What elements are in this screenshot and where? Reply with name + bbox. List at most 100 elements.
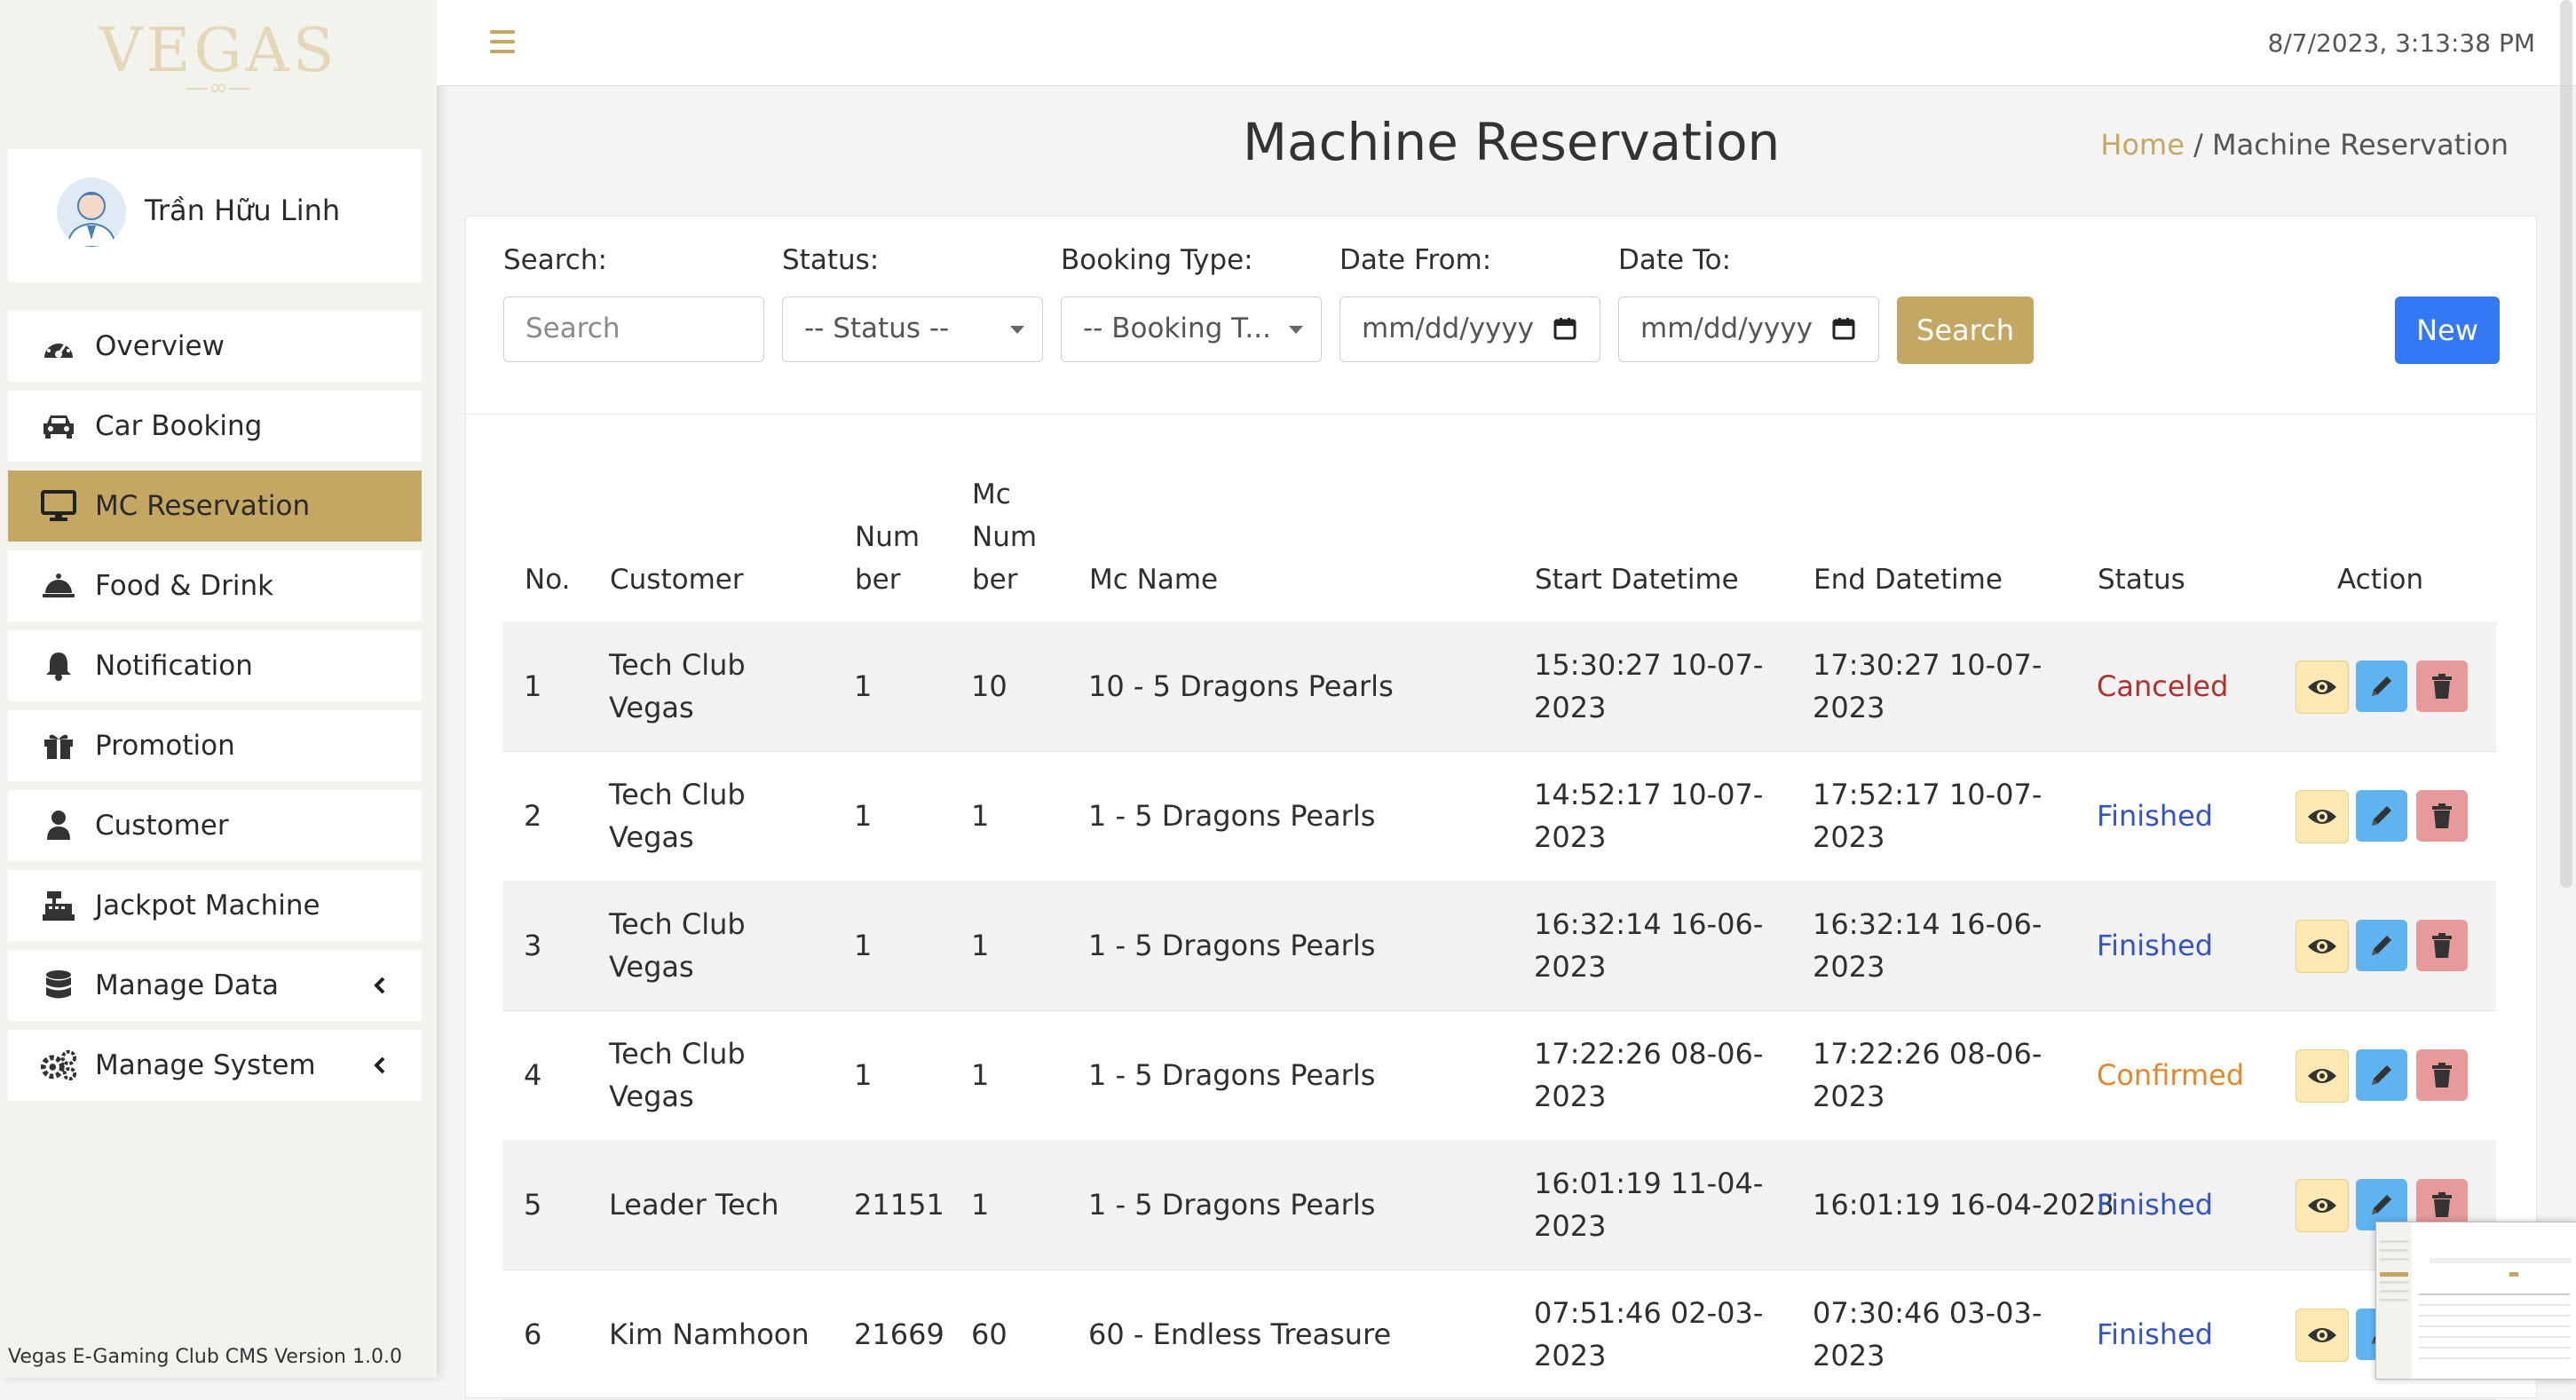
sidebar-item-label: MC Reservation bbox=[95, 490, 311, 522]
screenshot-thumbnail[interactable] bbox=[2375, 1222, 2576, 1380]
user-icon bbox=[40, 808, 77, 843]
date-to-value: mm/dd/yyyy bbox=[1640, 312, 1813, 344]
sidebar-item-overview[interactable]: Overview bbox=[8, 311, 422, 382]
edit-button[interactable] bbox=[2356, 790, 2407, 842]
calendar-icon[interactable] bbox=[1553, 317, 1576, 340]
status-select[interactable]: -- Status -- bbox=[782, 297, 1043, 362]
cell-end-datetime: 17:22:26 08-06- 2023 bbox=[1813, 1032, 2042, 1118]
cell-mc-name: 60 - Endless Treasure bbox=[1088, 1313, 1391, 1356]
cell-mc-name: 1 - 5 Dragons Pearls bbox=[1088, 1054, 1375, 1096]
sidebar-item-food-drink[interactable]: Food & Drink bbox=[8, 550, 422, 621]
trash-icon bbox=[2432, 1063, 2452, 1088]
breadcrumb: Home / Machine Reservation bbox=[2100, 128, 2509, 162]
cell-customer-line: Tech Club bbox=[609, 648, 746, 682]
edit-button[interactable] bbox=[2356, 1049, 2407, 1101]
dropdown-caret-icon bbox=[1289, 326, 1303, 334]
view-button[interactable] bbox=[2295, 1179, 2349, 1232]
view-button[interactable] bbox=[2295, 1049, 2349, 1103]
cell-customer: Leader Tech bbox=[609, 1183, 779, 1226]
cell-number-line: 1 bbox=[854, 799, 873, 833]
search-label: Search: bbox=[503, 244, 607, 276]
sidebar-item-mc-reservation[interactable]: MC Reservation bbox=[8, 471, 422, 542]
trash-icon bbox=[2432, 674, 2452, 699]
breadcrumb-home-link[interactable]: Home bbox=[2100, 128, 2185, 162]
search-button[interactable]: Search bbox=[1897, 297, 2034, 364]
sidebar-item-manage-system[interactable]: Manage System bbox=[8, 1030, 422, 1101]
cell-mc-number: 10 bbox=[971, 665, 1007, 708]
cell-end-datetime-line: 2023 bbox=[1813, 1080, 1885, 1113]
cell-no-line: 3 bbox=[524, 929, 542, 962]
view-button[interactable] bbox=[2295, 790, 2349, 843]
delete-button[interactable] bbox=[2416, 660, 2468, 712]
search-input[interactable]: Search bbox=[503, 297, 764, 362]
cell-number: 1 bbox=[854, 665, 872, 708]
cell-start-datetime-line: 16:01:19 11-04- bbox=[1534, 1167, 1764, 1200]
edit-button[interactable] bbox=[2356, 660, 2407, 712]
sidebar-item-label: Customer bbox=[95, 810, 229, 842]
booking-type-select[interactable]: -- Booking T... bbox=[1061, 297, 1322, 362]
cell-number: 1 bbox=[854, 924, 872, 967]
cell-mc-number-line: 1 bbox=[971, 1058, 990, 1092]
user-card[interactable]: Trần Hữu Linh bbox=[8, 149, 422, 282]
cell-no-line: 6 bbox=[524, 1317, 542, 1351]
cell-start-datetime: 16:01:19 11-04- 2023 bbox=[1534, 1162, 1763, 1247]
column-header-action: Action bbox=[2337, 564, 2424, 596]
date-to-label: Date To: bbox=[1618, 244, 1732, 276]
sidebar-item-customer[interactable]: Customer bbox=[8, 790, 422, 861]
column-header-mc-number-line: Mc bbox=[972, 479, 1011, 510]
sidebar-item-notification[interactable]: Notification bbox=[8, 630, 422, 701]
cell-customer: Tech Club Vegas bbox=[609, 1032, 746, 1118]
trash-icon bbox=[2432, 1192, 2452, 1217]
sidebar-item-promotion[interactable]: Promotion bbox=[8, 710, 422, 781]
cell-number-line: 1 bbox=[854, 1058, 873, 1092]
cell-end-datetime-line: 16:32:14 16-06- bbox=[1813, 907, 2043, 941]
delete-button[interactable] bbox=[2416, 920, 2468, 971]
calendar-icon[interactable] bbox=[1832, 317, 1855, 340]
cell-start-datetime-line: 14:52:17 10-07- bbox=[1534, 778, 1764, 811]
status-label: Status: bbox=[782, 244, 880, 276]
cell-number-line: 1 bbox=[854, 669, 873, 703]
view-button[interactable] bbox=[2295, 660, 2349, 714]
cell-status: Confirmed bbox=[2097, 1054, 2244, 1096]
sidebar-item-jackpot-machine[interactable]: Jackpot Machine bbox=[8, 870, 422, 941]
cell-end-datetime-line: 2023 bbox=[1813, 950, 1885, 984]
cell-mc-name: 1 - 5 Dragons Pearls bbox=[1088, 924, 1375, 967]
sidebar-item-label: Jackpot Machine bbox=[95, 890, 320, 921]
date-from-input[interactable]: mm/dd/yyyy bbox=[1339, 297, 1600, 362]
cell-number: 21669 bbox=[854, 1313, 944, 1356]
sidebar-item-car-booking[interactable]: Car Booking bbox=[8, 391, 422, 462]
pencil-icon bbox=[2372, 806, 2391, 826]
view-button[interactable] bbox=[2295, 1309, 2349, 1362]
cell-end-datetime-line: 2023 bbox=[1813, 1339, 1885, 1372]
edit-button[interactable] bbox=[2356, 920, 2407, 971]
new-button[interactable]: New bbox=[2395, 297, 2500, 364]
cell-start-datetime: 07:51:46 02-03- 2023 bbox=[1534, 1292, 1763, 1377]
sidebar-item-label: Manage Data bbox=[95, 969, 280, 1001]
page-title: Machine Reservation bbox=[1243, 112, 1781, 172]
cell-mc-number: 1 bbox=[971, 1054, 989, 1096]
menu-toggle-icon[interactable] bbox=[490, 30, 515, 53]
booking-type-select-value: -- Booking T... bbox=[1083, 312, 1271, 344]
cell-customer-line: Vegas bbox=[609, 1080, 694, 1113]
scrollbar[interactable] bbox=[2560, 0, 2572, 888]
cell-number-line: 21151 bbox=[854, 1188, 944, 1222]
chevron-left-icon bbox=[365, 1049, 395, 1081]
view-button[interactable] bbox=[2295, 920, 2349, 973]
delete-button[interactable] bbox=[2416, 790, 2468, 842]
booking-type-label: Booking Type: bbox=[1061, 244, 1253, 276]
cell-customer-line: Vegas bbox=[609, 950, 694, 984]
cell-mc-number: 60 bbox=[971, 1313, 1007, 1356]
date-to-input[interactable]: mm/dd/yyyy bbox=[1618, 297, 1879, 362]
table-row: 6 Kim Namhoon 21669 60 60 - Endless Treasure… bbox=[502, 1269, 2496, 1400]
cell-customer: Tech Club Vegas bbox=[609, 903, 746, 988]
sidebar-item-label: Notification bbox=[95, 650, 253, 682]
cell-status: Finished bbox=[2097, 1183, 2213, 1226]
pencil-icon bbox=[2372, 1065, 2391, 1085]
cell-customer-line: Tech Club bbox=[609, 1037, 746, 1071]
table-row: 3 Tech Club Vegas 1 1 1 - 5 Dragons Pearls 16:… bbox=[502, 881, 2496, 1011]
sidebar-item-manage-data[interactable]: Manage Data bbox=[8, 950, 422, 1021]
cell-start-datetime-line: 2023 bbox=[1534, 820, 1607, 854]
delete-button[interactable] bbox=[2416, 1049, 2468, 1101]
cell-mc-name-line: 60 - Endless Treasure bbox=[1088, 1317, 1392, 1351]
cell-no: 3 bbox=[524, 924, 541, 967]
